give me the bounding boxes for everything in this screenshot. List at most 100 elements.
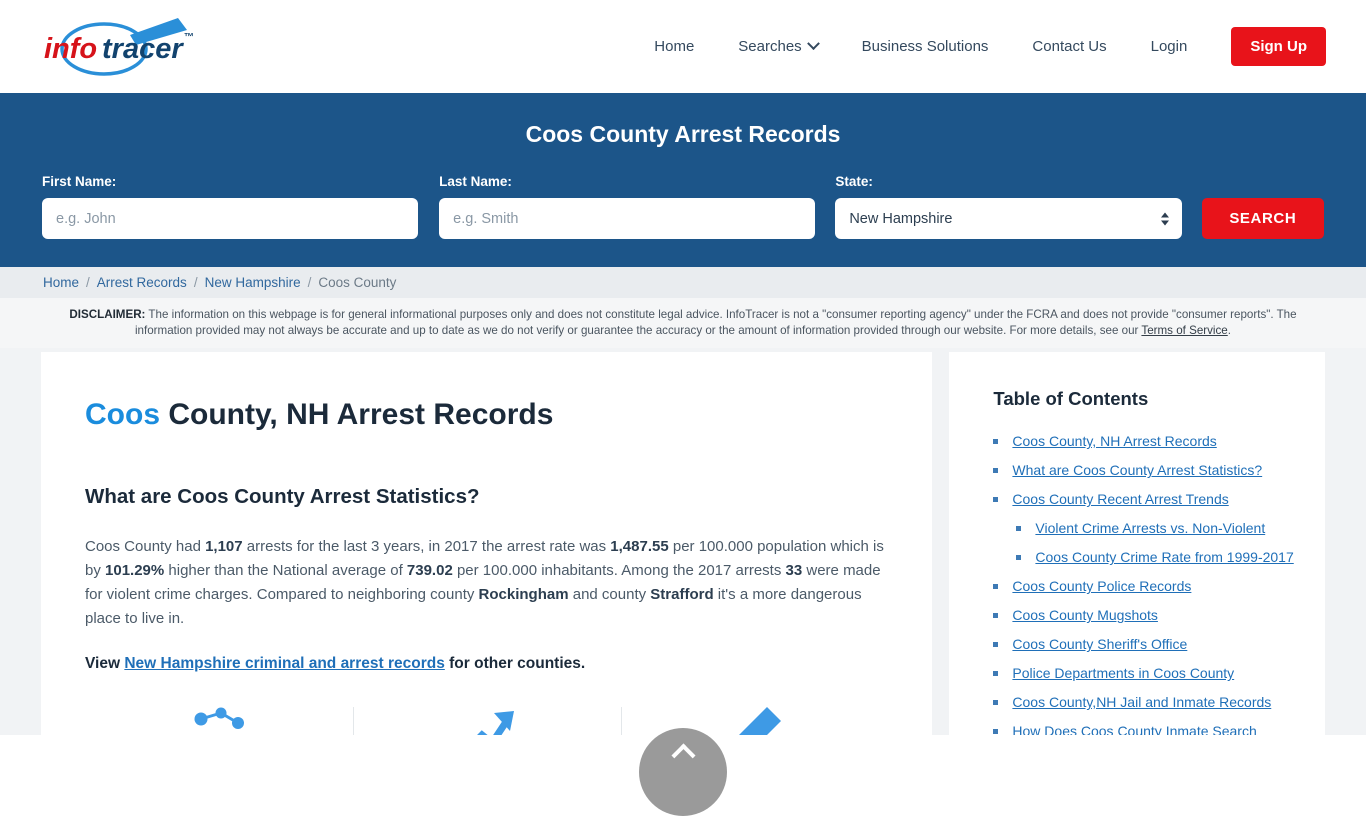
sign-up-button[interactable]: Sign Up xyxy=(1231,27,1326,66)
search-banner: Coos County Arrest Records First Name: L… xyxy=(0,93,1366,267)
first-name-input[interactable] xyxy=(42,198,419,239)
chevron-down-icon xyxy=(806,37,820,51)
nav-label: Contact Us xyxy=(1032,38,1107,55)
feature-cell-1 xyxy=(85,705,353,735)
statistics-paragraph: Coos County had 1,107 arrests for the la… xyxy=(85,535,888,631)
nav-item-home[interactable]: Home xyxy=(632,38,716,55)
toc-item: Coos County Police Records xyxy=(993,577,1299,596)
scroll-to-top-button[interactable] xyxy=(639,728,727,816)
site-header: info tracer ™ Home Searches Business Sol… xyxy=(0,0,1366,93)
last-name-label: Last Name: xyxy=(439,174,512,189)
toc-item: Coos County Sheriff's Office xyxy=(993,635,1299,654)
last-name-field-group: Last Name: xyxy=(439,174,816,239)
feature-cell-2 xyxy=(352,705,621,736)
nav-item-login[interactable]: Login xyxy=(1129,38,1210,55)
banner-title: Coos County Arrest Records xyxy=(525,121,841,147)
terms-of-service-link[interactable]: Terms of Service xyxy=(1141,324,1227,337)
view-suffix: for other counties. xyxy=(444,655,586,673)
breadcrumb-item-arrest-records[interactable]: Arrest Records xyxy=(97,275,187,290)
breadcrumb-item-current: Coos County xyxy=(318,275,397,290)
section-heading-statistics: What are Coos County Arrest Statistics? xyxy=(85,485,480,509)
state-field-group: State: New Hampshire xyxy=(835,174,1182,239)
breadcrumb-separator: / xyxy=(86,275,90,290)
stat-arrest-rate: 1,487.55 xyxy=(610,538,669,556)
first-name-label: First Name: xyxy=(42,174,117,189)
toc-item: Coos County,NH Jail and Inmate Records xyxy=(993,693,1299,712)
toc-link-arrest-statistics[interactable]: What are Coos County Arrest Statistics? xyxy=(1012,462,1262,478)
svg-text:info: info xyxy=(44,33,97,65)
nav-item-business-solutions[interactable]: Business Solutions xyxy=(840,38,1011,55)
toc-item: Coos County, NH Arrest Records xyxy=(993,432,1299,451)
toc-link-sheriffs-office[interactable]: Coos County Sheriff's Office xyxy=(1012,636,1187,652)
logo[interactable]: info tracer ™ xyxy=(38,16,203,78)
page-title-rest: County, NH Arrest Records xyxy=(160,398,554,432)
toc-subitem: Violent Crime Arrests vs. Non-Violent xyxy=(993,519,1299,538)
disclaimer-suffix: . xyxy=(1227,323,1231,337)
toc-heading: Table of Contents xyxy=(993,388,1149,410)
toc-subitem: Coos County Crime Rate from 1999-2017 xyxy=(993,548,1299,567)
state-records-link[interactable]: New Hampshire criminal and arrest record… xyxy=(124,655,444,672)
para-s7: and county xyxy=(568,586,651,604)
toc-item: Coos County Mugshots xyxy=(993,606,1299,625)
toc-item: What are Coos County Arrest Statistics? xyxy=(993,461,1299,480)
nav-label: Login xyxy=(1150,38,1188,55)
svg-text:™: ™ xyxy=(184,32,194,43)
search-button[interactable]: SEARCH xyxy=(1201,198,1325,239)
view-other-counties-line: View New Hampshire criminal and arrest r… xyxy=(85,655,888,673)
toc-item: How Does Coos County Inmate Search Work? xyxy=(993,722,1299,735)
breadcrumb: Home / Arrest Records / New Hampshire / … xyxy=(0,267,1366,298)
stat-national-average: 739.02 xyxy=(406,562,453,580)
para-s1: Coos County had xyxy=(85,538,206,556)
svg-text:tracer: tracer xyxy=(102,33,184,65)
nav-item-contact-us[interactable]: Contact Us xyxy=(1010,38,1128,55)
breadcrumb-item-new-hampshire[interactable]: New Hampshire xyxy=(205,275,301,290)
last-name-input[interactable] xyxy=(439,198,816,239)
toc-link-arrest-records[interactable]: Coos County, NH Arrest Records xyxy=(1012,433,1216,449)
neighbor-county-2: Strafford xyxy=(650,586,714,604)
page-title: Coos County, NH Arrest Records xyxy=(85,396,888,434)
disclaimer-text: The information on this webpage is for g… xyxy=(134,308,1297,337)
neighbor-county-1: Rockingham xyxy=(478,586,569,604)
state-select-wrapper: New Hampshire xyxy=(835,198,1182,239)
nav-item-searches[interactable]: Searches xyxy=(716,37,839,55)
state-select[interactable]: New Hampshire xyxy=(835,198,1182,239)
breadcrumb-separator: / xyxy=(307,275,312,290)
chevron-up-icon xyxy=(670,743,696,768)
disclaimer-banner: DISCLAIMER: The information on this webp… xyxy=(0,298,1366,349)
search-form: First Name: Last Name: State: New Hampsh… xyxy=(42,174,1325,239)
toc-list: Coos County, NH Arrest Records What are … xyxy=(993,432,1299,735)
breadcrumb-item-home[interactable]: Home xyxy=(43,275,79,290)
feature-icon-strip xyxy=(85,705,889,736)
toc-link-mugshots[interactable]: Coos County Mugshots xyxy=(1012,607,1158,623)
page-body: Coos County, NH Arrest Records What are … xyxy=(0,348,1366,736)
table-of-contents-card: Table of Contents Coos County, NH Arrest… xyxy=(949,352,1325,736)
nav-label: Searches xyxy=(738,38,802,55)
nav-label: Business Solutions xyxy=(861,38,989,55)
stat-arrests: 1,107 xyxy=(205,538,243,556)
pencil-icon xyxy=(739,707,782,736)
people-network-icon xyxy=(194,707,244,730)
main-navigation: Home Searches Business Solutions Contact… xyxy=(632,27,1326,66)
disclaimer-prefix: DISCLAIMER: xyxy=(69,308,146,321)
first-name-field-group: First Name: xyxy=(42,174,419,239)
trending-up-arrow-icon xyxy=(476,711,514,736)
article-card: Coos County, NH Arrest Records What are … xyxy=(41,352,933,736)
view-prefix: View xyxy=(85,655,125,673)
toc-link-recent-trends[interactable]: Coos County Recent Arrest Trends xyxy=(1012,491,1228,507)
toc-link-police-records[interactable]: Coos County Police Records xyxy=(1012,578,1191,594)
feature-cell-3 xyxy=(620,705,889,736)
toc-item: Coos County Recent Arrest Trends xyxy=(993,490,1299,509)
toc-link-jail-inmate-records[interactable]: Coos County,NH Jail and Inmate Records xyxy=(1012,694,1271,710)
para-s5: per 100.000 inhabitants. Among the 2017 … xyxy=(452,562,786,580)
toc-item: Police Departments in Coos County xyxy=(993,664,1299,683)
para-s2: arrests for the last 3 years, in 2017 th… xyxy=(242,538,611,556)
state-label: State: xyxy=(835,174,873,189)
nav-label: Home xyxy=(654,38,695,55)
toc-link-inmate-search[interactable]: How Does Coos County Inmate Search Work? xyxy=(1012,723,1256,735)
infotracer-logo-icon: info tracer ™ xyxy=(44,17,194,76)
stat-violent-arrests: 33 xyxy=(785,562,803,580)
toc-link-violent-vs-nonviolent[interactable]: Violent Crime Arrests vs. Non-Violent xyxy=(1035,520,1265,536)
toc-link-crime-rate-1999-2017[interactable]: Coos County Crime Rate from 1999-2017 xyxy=(1035,549,1293,565)
toc-link-police-departments[interactable]: Police Departments in Coos County xyxy=(1012,665,1234,681)
stat-percent-higher: 101.29% xyxy=(105,562,165,580)
